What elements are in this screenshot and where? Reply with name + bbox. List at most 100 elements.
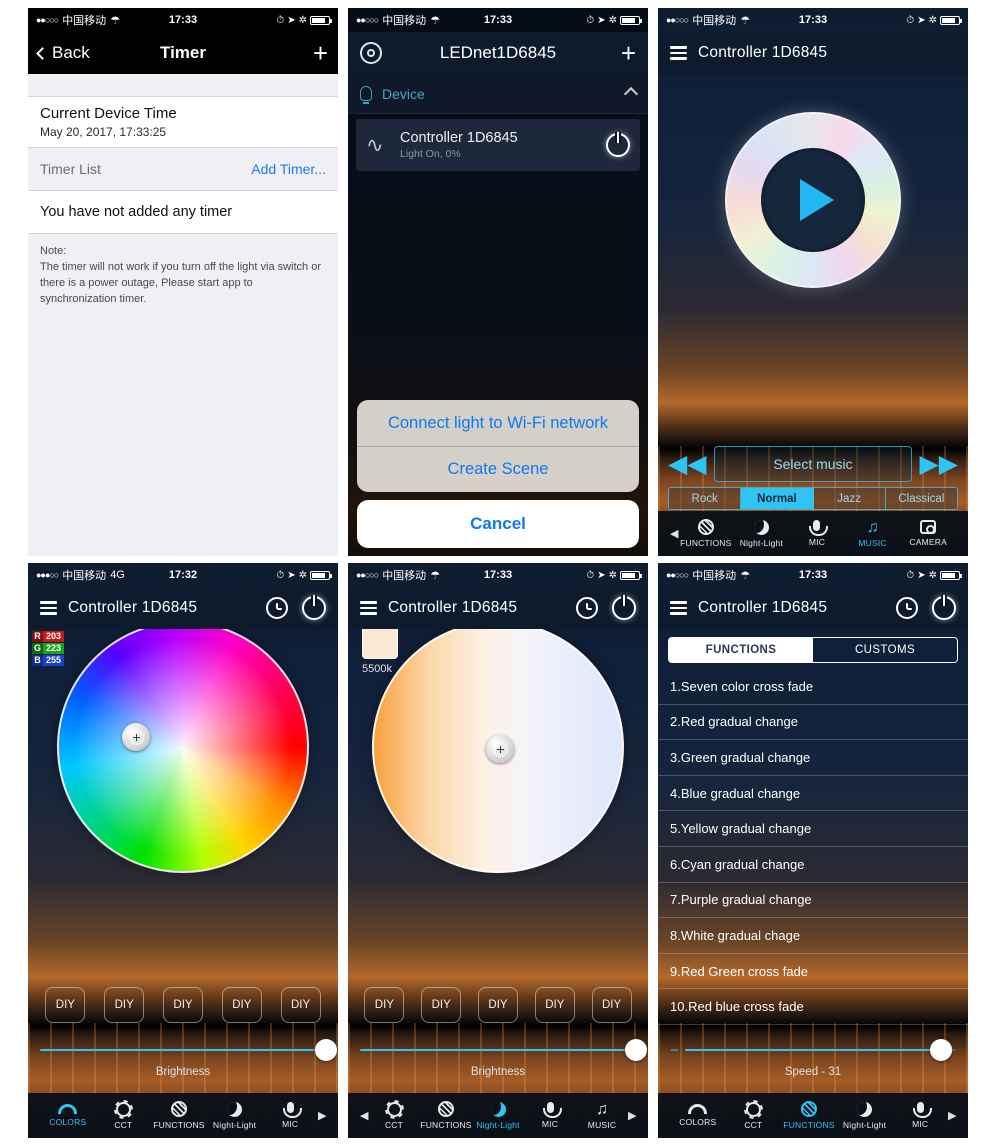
diy-preset-5[interactable]: DIY (280, 987, 321, 1023)
list-item[interactable]: 7.Purple gradual change (658, 883, 968, 919)
tab-mic[interactable]: MIC (524, 1102, 576, 1129)
tab-cct[interactable]: CCT (96, 1101, 152, 1130)
cct-wheel[interactable] (372, 621, 624, 873)
diy-preset-3[interactable]: DIY (477, 987, 518, 1023)
power-icon[interactable] (612, 595, 636, 620)
alarm-icon[interactable] (576, 597, 598, 619)
speed-slider[interactable] (685, 1039, 952, 1061)
tab-cct[interactable]: CCT (368, 1101, 420, 1130)
list-item[interactable]: 2.Red gradual change (658, 705, 968, 741)
add-timer-plus-button[interactable]: + (313, 40, 328, 66)
genre-jazz[interactable]: Jazz (813, 488, 886, 509)
scroll-right-arrow-icon[interactable]: ▶ (628, 1109, 636, 1122)
diy-preset-2[interactable]: DIY (104, 987, 145, 1023)
chevron-up-icon[interactable] (623, 86, 639, 101)
brightness-slider-thumb[interactable] (315, 1039, 337, 1061)
device-row[interactable]: ∿ Controller 1D6845 Light On, 0% (356, 119, 640, 171)
tab-colors[interactable]: COLORS (40, 1104, 96, 1127)
cct-wheel-knob[interactable] (486, 735, 514, 763)
alarm-icon[interactable] (266, 597, 288, 619)
tab-music[interactable]: ♫ MUSIC (576, 1101, 628, 1130)
battery-icon (620, 15, 642, 25)
speed-decrease-button[interactable]: − (670, 1042, 679, 1059)
tab-night-light[interactable]: Night-Light (734, 519, 790, 548)
device-section-header[interactable]: Device (348, 74, 648, 114)
alarm-status-icon: ⏱ (586, 569, 595, 581)
alarm-icon[interactable] (896, 597, 918, 619)
cd-disc-icon[interactable] (725, 112, 901, 288)
diy-preset-2[interactable]: DIY (421, 987, 462, 1023)
cancel-button[interactable]: Cancel (357, 500, 639, 548)
tab-colors[interactable]: COLORS (670, 1104, 726, 1127)
genre-classical[interactable]: Classical (885, 488, 957, 509)
tab-night-light[interactable]: Night-Light (837, 1101, 893, 1130)
scroll-right-arrow-icon[interactable]: ▶ (948, 1109, 956, 1122)
scroll-left-arrow-icon[interactable]: ◀ (670, 527, 678, 540)
panel-device-list: ●●○○○ 中国移动 ☂ 17:33 ⏱ ➤ ✲ LEDnet1D6845 + … (348, 8, 648, 556)
scroll-right-arrow-icon[interactable]: ▶ (318, 1109, 326, 1122)
diy-preset-4[interactable]: DIY (534, 987, 575, 1023)
rgb-g-key: G (32, 643, 43, 654)
back-button[interactable]: Back (36, 43, 90, 63)
list-item[interactable]: 8.White gradual chage (658, 918, 968, 954)
diy-preset-3[interactable]: DIY (162, 987, 203, 1023)
list-item[interactable]: 1.Seven color cross fade (658, 669, 968, 705)
connect-wifi-button[interactable]: Connect light to Wi-Fi network (357, 400, 639, 446)
segment-customs[interactable]: CUSTOMS (813, 638, 957, 662)
list-item[interactable]: 4.Blue gradual change (658, 776, 968, 812)
tab-functions[interactable]: FUNCTIONS (781, 1101, 837, 1130)
play-icon[interactable] (800, 179, 834, 221)
diy-preset-4[interactable]: DIY (221, 987, 262, 1023)
menu-icon[interactable] (670, 46, 687, 60)
disc-player[interactable] (658, 112, 968, 288)
tab-night-light[interactable]: Night-Light (472, 1101, 524, 1130)
diy-preset-1[interactable]: DIY (45, 987, 86, 1023)
menu-icon[interactable] (360, 601, 377, 615)
power-icon[interactable] (932, 595, 956, 620)
speed-slider-thumb[interactable] (930, 1039, 952, 1061)
segment-functions[interactable]: FUNCTIONS (669, 638, 813, 662)
list-item[interactable]: 9.Red Green cross fade (658, 954, 968, 990)
brightness-slider[interactable] (360, 1039, 647, 1061)
select-music-button[interactable]: Select music (714, 446, 912, 482)
color-wheel[interactable] (57, 621, 309, 873)
tab-label: Night-Light (476, 1119, 520, 1130)
genre-rock[interactable]: Rock (669, 488, 742, 509)
power-icon[interactable] (302, 595, 326, 620)
tab-camera[interactable]: CAMERA (900, 520, 956, 547)
device-power-toggle[interactable] (606, 132, 630, 157)
tab-mic[interactable]: MIC (789, 520, 845, 547)
tab-label: FUNCTIONS (420, 1120, 472, 1130)
rgb-b-key: B (32, 655, 43, 666)
tab-mic[interactable]: MIC (262, 1102, 318, 1129)
list-item[interactable]: 3.Green gradual change (658, 740, 968, 776)
color-wheel-knob[interactable] (122, 723, 150, 751)
moon-icon (227, 1101, 243, 1117)
gear-icon[interactable] (360, 42, 382, 64)
rainbow-icon (688, 1104, 708, 1114)
tab-mic[interactable]: MIC (892, 1102, 948, 1129)
tab-night-light[interactable]: Night-Light (207, 1101, 263, 1130)
tab-functions[interactable]: FUNCTIONS (151, 1101, 207, 1130)
next-track-button[interactable]: ▶▶ (920, 451, 958, 477)
brightness-slider[interactable] (40, 1039, 337, 1061)
diy-preset-5[interactable]: DIY (591, 987, 632, 1023)
add-timer-link[interactable]: Add Timer... (251, 161, 326, 177)
status-bar: ●●○○○ 中国移动 ☂ 17:33 ⏱ ➤ ✲ (658, 563, 968, 587)
menu-icon[interactable] (670, 601, 687, 615)
tab-functions[interactable]: FUNCTIONS (420, 1101, 472, 1130)
menu-icon[interactable] (40, 601, 57, 615)
brightness-slider-thumb[interactable] (625, 1039, 647, 1061)
list-item[interactable]: 6.Cyan gradual change (658, 847, 968, 883)
create-scene-button[interactable]: Create Scene (357, 446, 639, 492)
genre-normal[interactable]: Normal (741, 488, 814, 509)
add-device-button[interactable]: + (621, 40, 636, 66)
tab-music[interactable]: ♫ MUSIC (845, 519, 901, 548)
previous-track-button[interactable]: ◀◀ (668, 451, 706, 477)
diy-preset-1[interactable]: DIY (364, 987, 405, 1023)
list-item[interactable]: 5.Yellow gradual change (658, 811, 968, 847)
list-item[interactable]: 10.Red blue cross fade (658, 989, 968, 1025)
scroll-left-arrow-icon[interactable]: ◀ (360, 1109, 368, 1122)
tab-cct[interactable]: CCT (726, 1101, 782, 1130)
tab-functions[interactable]: FUNCTIONS (678, 519, 734, 548)
